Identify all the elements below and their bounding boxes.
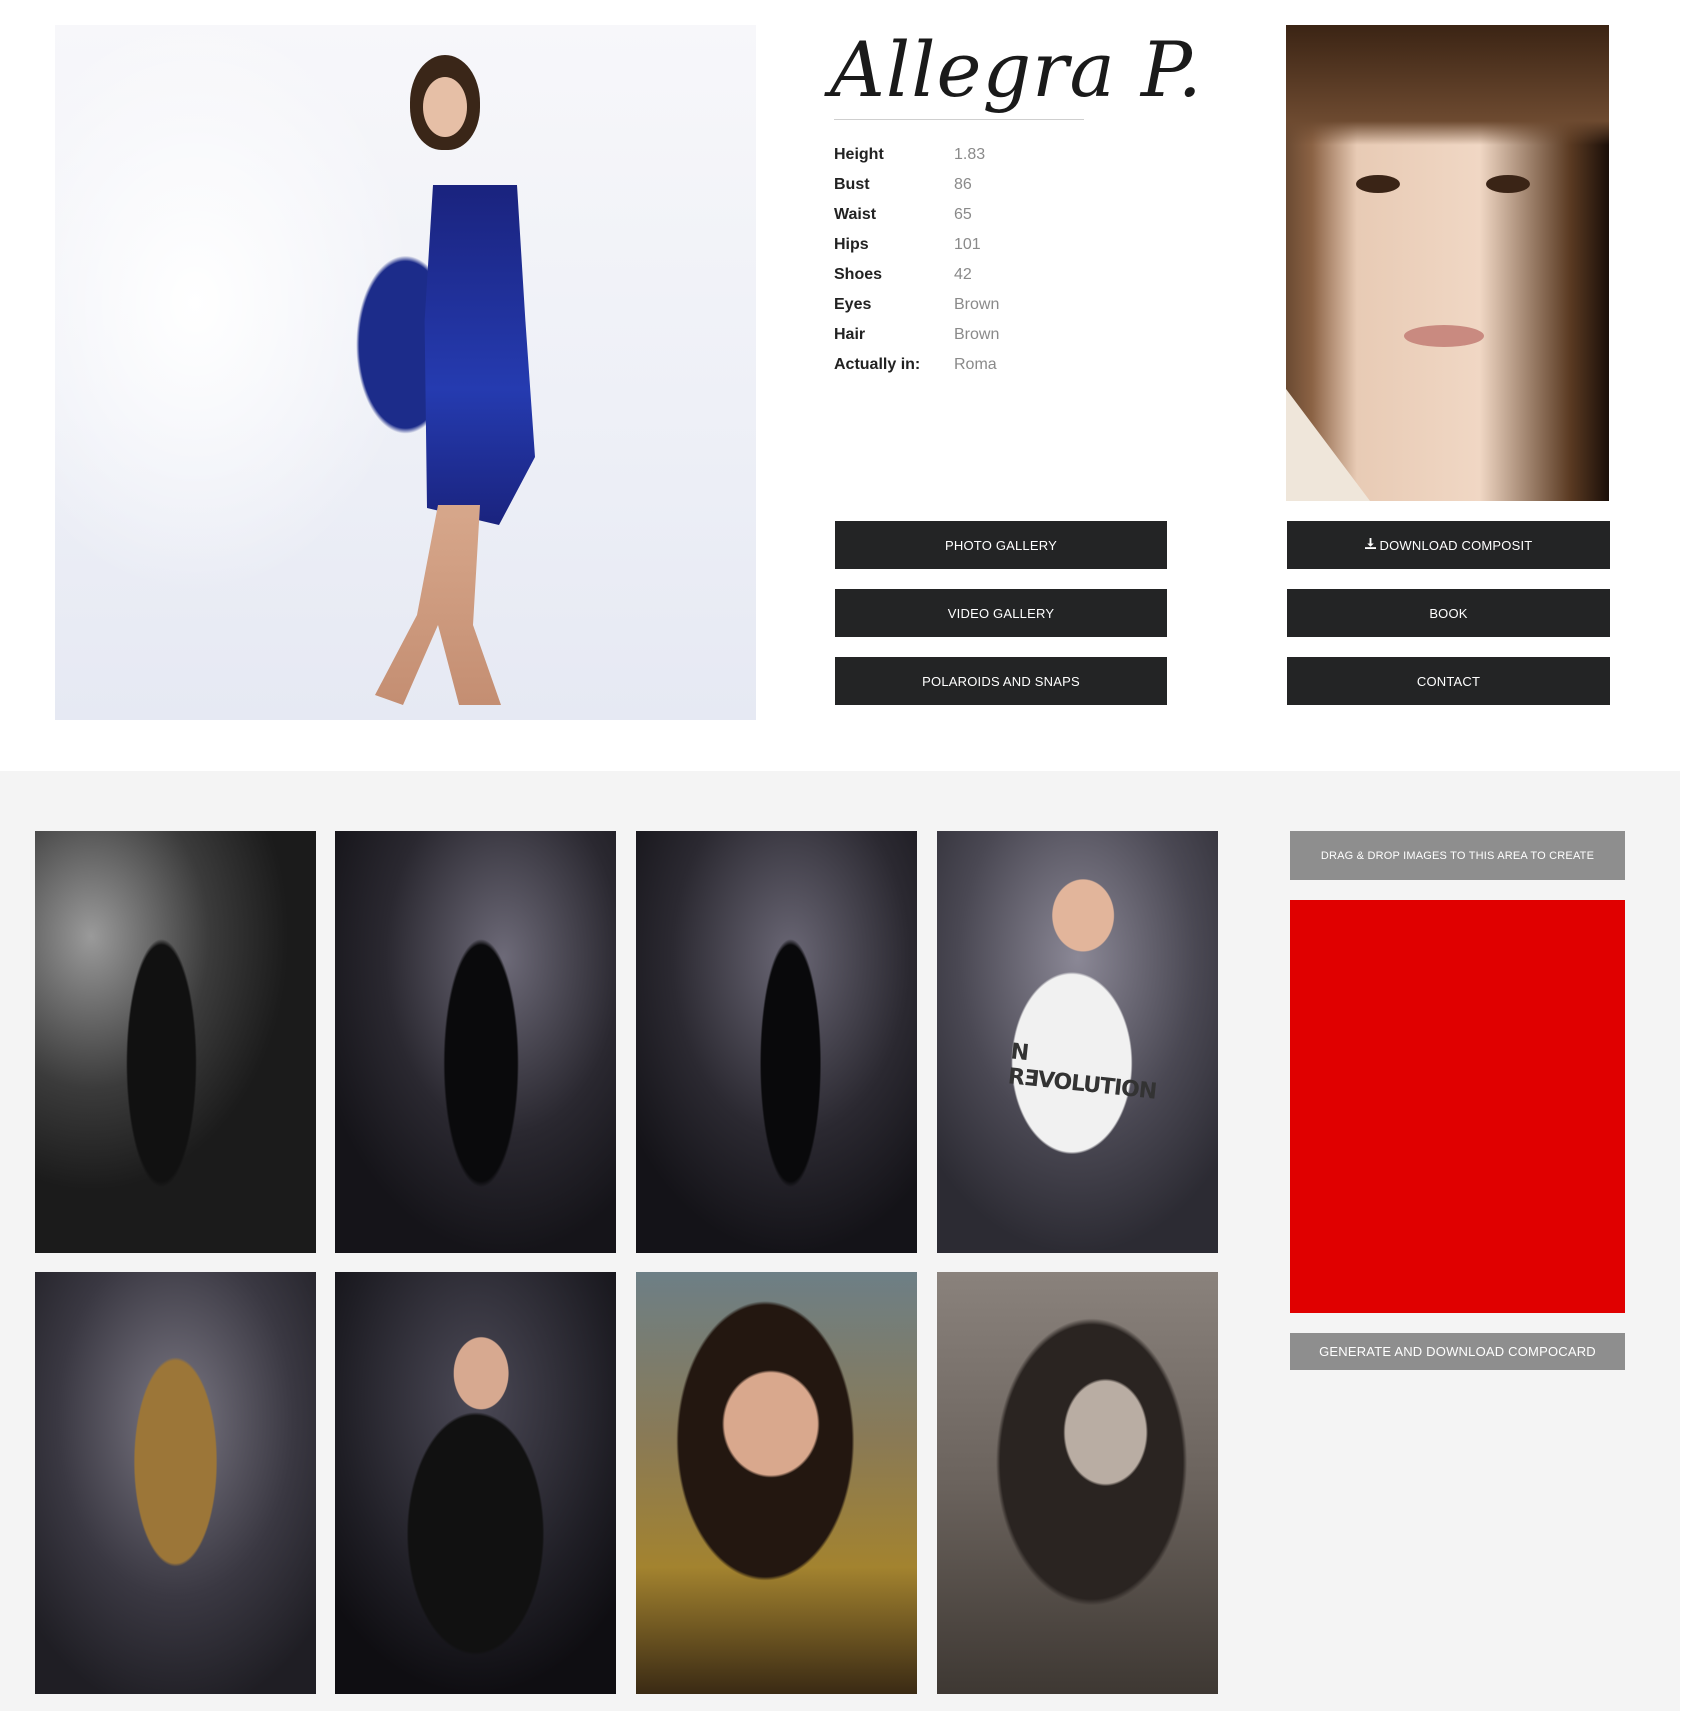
name-divider (834, 119, 1084, 120)
compocard-drop-area[interactable] (1290, 900, 1625, 1313)
portrait-hair (1286, 25, 1609, 145)
portrait-eye (1356, 175, 1400, 193)
stat-label: Hair (834, 326, 866, 343)
polaroids-button[interactable]: POLAROIDS AND SNAPS (835, 657, 1167, 705)
drag-drop-hint: DRAG & DROP IMAGES TO THIS AREA TO CREAT… (1290, 831, 1625, 880)
stat-row-hair: Hair Brown (834, 320, 1094, 350)
stats-table: Height 1.83 Bust 86 Waist 65 Hips 101 Sh… (834, 140, 1094, 380)
hero-figure-face (423, 77, 467, 137)
video-gallery-button[interactable]: VIDEO GALLERY (835, 589, 1167, 637)
download-icon (1364, 538, 1376, 552)
stat-value: Roma (954, 356, 997, 373)
photo-gallery-button[interactable]: PHOTO GALLERY (835, 521, 1167, 569)
stat-value: Brown (954, 296, 1000, 313)
gallery-thumb[interactable]: N RƎVOLUTION (937, 831, 1218, 1253)
book-button[interactable]: BOOK (1287, 589, 1610, 637)
stat-value: 65 (954, 206, 972, 223)
stat-label: Bust (834, 176, 870, 193)
stat-label: Eyes (834, 296, 872, 313)
stat-label: Actually in: (834, 356, 921, 373)
portrait-lips (1404, 325, 1484, 347)
gallery-thumb[interactable] (335, 831, 616, 1253)
portrait-photo (1286, 25, 1609, 501)
stat-row-height: Height 1.83 (834, 140, 1094, 170)
portrait-eye (1486, 175, 1530, 193)
download-composit-button[interactable]: DOWNLOAD COMPOSIT (1287, 521, 1610, 569)
stat-row-bust: Bust 86 (834, 170, 1094, 200)
gallery-thumb[interactable] (636, 831, 917, 1253)
stat-label: Waist (834, 206, 877, 223)
portrait-collar (1286, 389, 1370, 501)
hero-figure-dress (424, 185, 535, 525)
download-composit-label: DOWNLOAD COMPOSIT (1379, 537, 1533, 553)
hero-figure-legs (375, 505, 501, 705)
stat-value: Brown (954, 326, 1000, 343)
gallery-section: N RƎVOLUTION DRAG & DROP IMAGES TO THIS … (0, 771, 1680, 1711)
stat-label: Shoes (834, 266, 883, 283)
gallery-thumb[interactable] (937, 1272, 1218, 1694)
hero-full-length-photo (55, 25, 756, 720)
stat-value: 101 (954, 236, 981, 253)
stat-row-eyes: Eyes Brown (834, 290, 1094, 320)
stat-row-hips: Hips 101 (834, 230, 1094, 260)
gallery-thumb[interactable] (636, 1272, 917, 1694)
contact-button[interactable]: CONTACT (1287, 657, 1610, 705)
gallery-thumb[interactable] (35, 831, 316, 1253)
stat-row-shoes: Shoes 42 (834, 260, 1094, 290)
stat-label: Height (834, 146, 884, 163)
stat-value: 42 (954, 266, 972, 283)
stat-label: Hips (834, 236, 869, 253)
tee-print-text: N RƎVOLUTION (1006, 1039, 1158, 1105)
stat-value: 1.83 (954, 146, 986, 163)
gallery-thumb[interactable] (35, 1272, 316, 1694)
model-name: Allegra P. (830, 25, 1203, 114)
gallery-thumb[interactable] (335, 1272, 616, 1694)
generate-compocard-button[interactable]: GENERATE AND DOWNLOAD COMPOCARD (1290, 1333, 1625, 1370)
stat-value: 86 (954, 176, 972, 193)
stat-row-waist: Waist 65 (834, 200, 1094, 230)
stat-row-location: Actually in: Roma (834, 350, 1094, 380)
